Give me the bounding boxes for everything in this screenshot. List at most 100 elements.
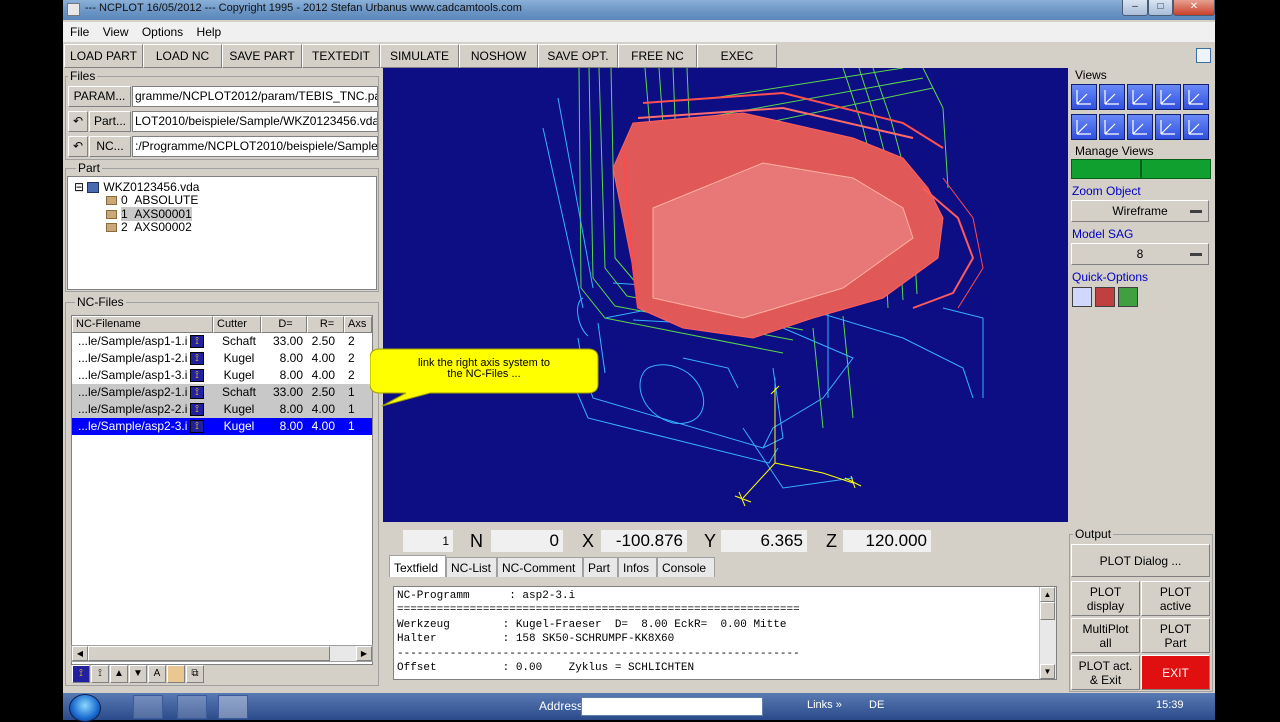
maximize-button[interactable]: □	[1148, 0, 1173, 16]
links-label[interactable]: Links »	[807, 699, 842, 711]
window-title: --- NCPLOT 16/05/2012 --- Copyright 1995…	[85, 2, 522, 14]
save-view-button[interactable]	[1071, 159, 1141, 179]
diameter-cell: 8.00	[279, 351, 303, 365]
free-nc-button[interactable]: FREE NC	[618, 44, 697, 68]
save-options-button[interactable]: SAVE OPT.	[538, 44, 618, 68]
copy-tool-icon[interactable]: ⧉	[186, 665, 204, 683]
n-value: 0	[491, 530, 563, 552]
tree-expander-icon[interactable]: ⊟	[74, 180, 84, 194]
col-header-r[interactable]: R=	[307, 316, 344, 333]
color-layers-icon[interactable]	[1118, 287, 1138, 307]
address-input[interactable]	[581, 697, 763, 716]
render-mode-dropdown[interactable]: Wireframe	[1071, 200, 1209, 222]
plot-part-button[interactable]: PLOT Part	[1141, 618, 1210, 653]
mill-tool-icon[interactable]: ⟟	[72, 665, 90, 683]
iso-view-icon[interactable]	[1155, 84, 1181, 110]
plot-display-button[interactable]: PLOT display	[1071, 581, 1140, 616]
menu-view[interactable]: View	[103, 22, 129, 42]
minimize-button[interactable]: –	[1122, 0, 1148, 16]
table-row[interactable]: ...le/Sample/asp2-2.i Kugel 8.00 4.00 1 ⟟	[72, 401, 372, 418]
table-row[interactable]: ...le/Sample/asp1-3.i Kugel 8.00 4.00 2 ⟟	[72, 367, 372, 384]
scroll-down-icon[interactable]: ▼	[1040, 664, 1055, 679]
taskbar-cmd-icon[interactable]	[177, 695, 207, 719]
menu-file[interactable]: File	[70, 22, 89, 42]
start-button-icon[interactable]	[69, 694, 101, 722]
view-neg-y-icon[interactable]	[1099, 114, 1125, 140]
simulate-button[interactable]: SIMULATE	[380, 44, 459, 68]
textfield-output[interactable]: NC-Programm : asp2-3.i ==================…	[393, 586, 1057, 680]
col-header-axs[interactable]: Axs	[344, 316, 372, 333]
shaded-tool-icon[interactable]	[1095, 287, 1115, 307]
table-row[interactable]: ...le/Sample/asp1-1.i Schaft 33.00 2.50 2 ⟟	[72, 333, 372, 350]
view-z-icon[interactable]	[1127, 84, 1153, 110]
tab-textfield[interactable]: Textfield	[389, 555, 446, 577]
vscroll-thumb[interactable]	[1040, 602, 1055, 620]
3d-viewport[interactable]	[383, 68, 1068, 522]
view-neg-x-icon[interactable]	[1071, 114, 1097, 140]
exit-button[interactable]: EXIT	[1141, 655, 1210, 690]
load-nc-button[interactable]: LOAD NC	[143, 44, 222, 68]
iso-view-2-icon[interactable]	[1183, 84, 1209, 110]
table-row[interactable]: ...le/Sample/asp2-3.i Kugel 8.00 4.00 1 ⟟	[72, 418, 372, 435]
restore-view-button[interactable]	[1141, 159, 1211, 179]
multiplot-all-button[interactable]: MultiPlot all	[1071, 618, 1140, 653]
scroll-left-icon[interactable]: ◀	[72, 646, 88, 661]
exec-skript-button[interactable]: EXEC SKRIPT	[697, 44, 777, 85]
col-header-filename[interactable]: NC-Filename	[72, 316, 213, 333]
tab-part[interactable]: Part	[583, 557, 618, 577]
part-path-field[interactable]: LOT2010/beispiele/Sample/WKZ0123456.vda	[132, 111, 378, 132]
scroll-thumb[interactable]	[88, 646, 330, 661]
load-part-button[interactable]: LOAD PART	[64, 44, 143, 68]
layer-icon	[106, 196, 117, 206]
layer-tool-icon[interactable]	[167, 665, 185, 683]
tab-nc-list[interactable]: NC-List	[446, 557, 497, 577]
model-sag-dropdown[interactable]: 8	[1071, 243, 1209, 265]
iso-view-3-icon[interactable]	[1155, 114, 1181, 140]
param-path-field[interactable]: gramme/NCPLOT2012/param/TEBIS_TNC.par	[132, 86, 378, 107]
manage-views-label: Manage Views	[1073, 144, 1156, 158]
tree-layer-absolute[interactable]: 0 ABSOLUTE	[106, 194, 198, 207]
save-part-button[interactable]: SAVE PART	[222, 44, 302, 68]
horizontal-scrollbar[interactable]: ◀ ▶	[71, 645, 373, 662]
nc-path-field[interactable]: :/Programme/NCPLOT2010/beispiele/Sample	[132, 136, 378, 157]
textedit-button[interactable]: TEXTEDIT	[302, 44, 380, 68]
nc-button[interactable]: NC...	[89, 136, 131, 157]
plot-active-button[interactable]: PLOT active	[1141, 581, 1210, 616]
iso-view-4-icon[interactable]	[1183, 114, 1209, 140]
tool-length-icon[interactable]	[1072, 287, 1092, 307]
move-down-icon[interactable]: ▼	[129, 665, 147, 683]
vertical-scrollbar[interactable]: ▲ ▼	[1039, 587, 1056, 679]
undo-part-icon[interactable]: ↶	[68, 111, 88, 132]
table-row[interactable]: ...le/Sample/asp2-1.i Schaft 33.00 2.50 1 ⟟	[72, 384, 372, 401]
tab-nc-comment[interactable]: NC-Comment	[497, 557, 583, 577]
tree-layer-axs00002[interactable]: 2 AXS00002	[106, 221, 192, 234]
view-y-icon[interactable]	[1099, 84, 1125, 110]
part-button[interactable]: Part...	[89, 111, 131, 132]
scroll-right-icon[interactable]: ▶	[356, 646, 372, 661]
tab-infos[interactable]: Infos	[618, 557, 657, 577]
undo-nc-icon[interactable]: ↶	[68, 136, 88, 157]
text-tool-icon[interactable]: A	[148, 665, 166, 683]
tab-console[interactable]: Console	[657, 557, 715, 577]
scroll-up-icon[interactable]: ▲	[1040, 587, 1055, 602]
view-x-icon[interactable]	[1071, 84, 1097, 110]
language-indicator[interactable]: DE	[869, 699, 884, 711]
taskbar-app-1-icon[interactable]	[133, 695, 163, 719]
param-button[interactable]: PARAM...	[68, 86, 131, 107]
noshow-button[interactable]: NOSHOW	[459, 44, 538, 68]
menu-help[interactable]: Help	[197, 22, 222, 42]
resize-corner-icon[interactable]	[1196, 48, 1211, 63]
view-neg-z-icon[interactable]	[1127, 114, 1153, 140]
table-row[interactable]: ...le/Sample/asp1-2.i Kugel 8.00 4.00 2 ⟟	[72, 350, 372, 367]
plot-dialog-button[interactable]: PLOT Dialog ...	[1071, 544, 1210, 577]
zoom-object-link[interactable]: Zoom Object	[1072, 184, 1141, 198]
move-up-icon[interactable]: ▲	[110, 665, 128, 683]
taskbar-ncplot-icon[interactable]	[218, 695, 248, 719]
clock[interactable]: 15:39	[1156, 699, 1184, 711]
col-header-d[interactable]: D=	[261, 316, 307, 333]
plot-act-exit-button[interactable]: PLOT act. & Exit	[1071, 655, 1140, 690]
col-header-cutter[interactable]: Cutter	[213, 316, 261, 333]
menu-options[interactable]: Options	[142, 22, 183, 42]
mill-tool-outline-icon[interactable]: ⟟	[91, 665, 109, 683]
close-button[interactable]: ✕	[1173, 0, 1215, 16]
